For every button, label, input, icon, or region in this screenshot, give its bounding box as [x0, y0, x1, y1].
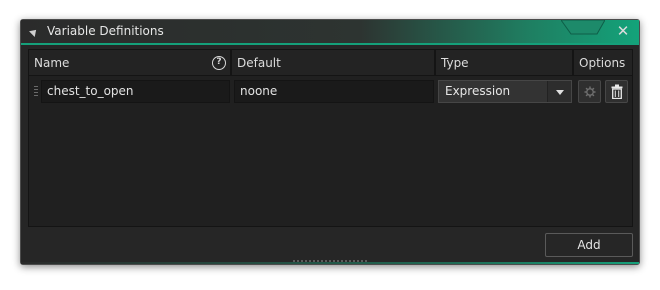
drag-handle-icon[interactable]	[33, 84, 39, 100]
column-header-name: Name ?	[29, 50, 232, 76]
variable-definitions-window: Variable Definitions ✕ Name ? Default Ty…	[20, 19, 640, 265]
variable-type-select[interactable]: Expression	[438, 80, 572, 103]
variable-options-button[interactable]	[578, 80, 601, 103]
table-header: Name ? Default Type Options	[29, 50, 632, 76]
column-header-type: Type	[436, 50, 574, 76]
column-header-name-label: Name	[34, 56, 70, 70]
add-variable-button[interactable]: Add	[545, 233, 633, 257]
close-icon[interactable]: ✕	[615, 22, 631, 40]
variables-table: Name ? Default Type Options chest_to_ope…	[28, 49, 633, 227]
window-bottom-accent	[21, 262, 639, 264]
delete-variable-button[interactable]	[605, 80, 628, 103]
variable-default-field[interactable]: noone	[234, 80, 434, 103]
chevron-down-icon	[556, 90, 564, 95]
help-icon[interactable]: ?	[212, 56, 226, 70]
window-title: Variable Definitions	[47, 24, 164, 38]
variable-type-value: Expression	[445, 84, 511, 98]
variable-name-field[interactable]: chest_to_open	[41, 80, 230, 103]
type-dropdown-button[interactable]	[547, 81, 571, 102]
collapse-triangle-icon[interactable]	[29, 27, 39, 37]
column-header-default: Default	[232, 50, 436, 76]
gear-icon	[584, 86, 596, 98]
trash-icon	[611, 84, 623, 99]
table-row: chest_to_open noone Expression	[29, 80, 632, 104]
titlebar-notch-decoration	[561, 20, 605, 35]
window-titlebar[interactable]: Variable Definitions ✕	[21, 20, 639, 45]
column-header-options: Options	[579, 56, 626, 70]
